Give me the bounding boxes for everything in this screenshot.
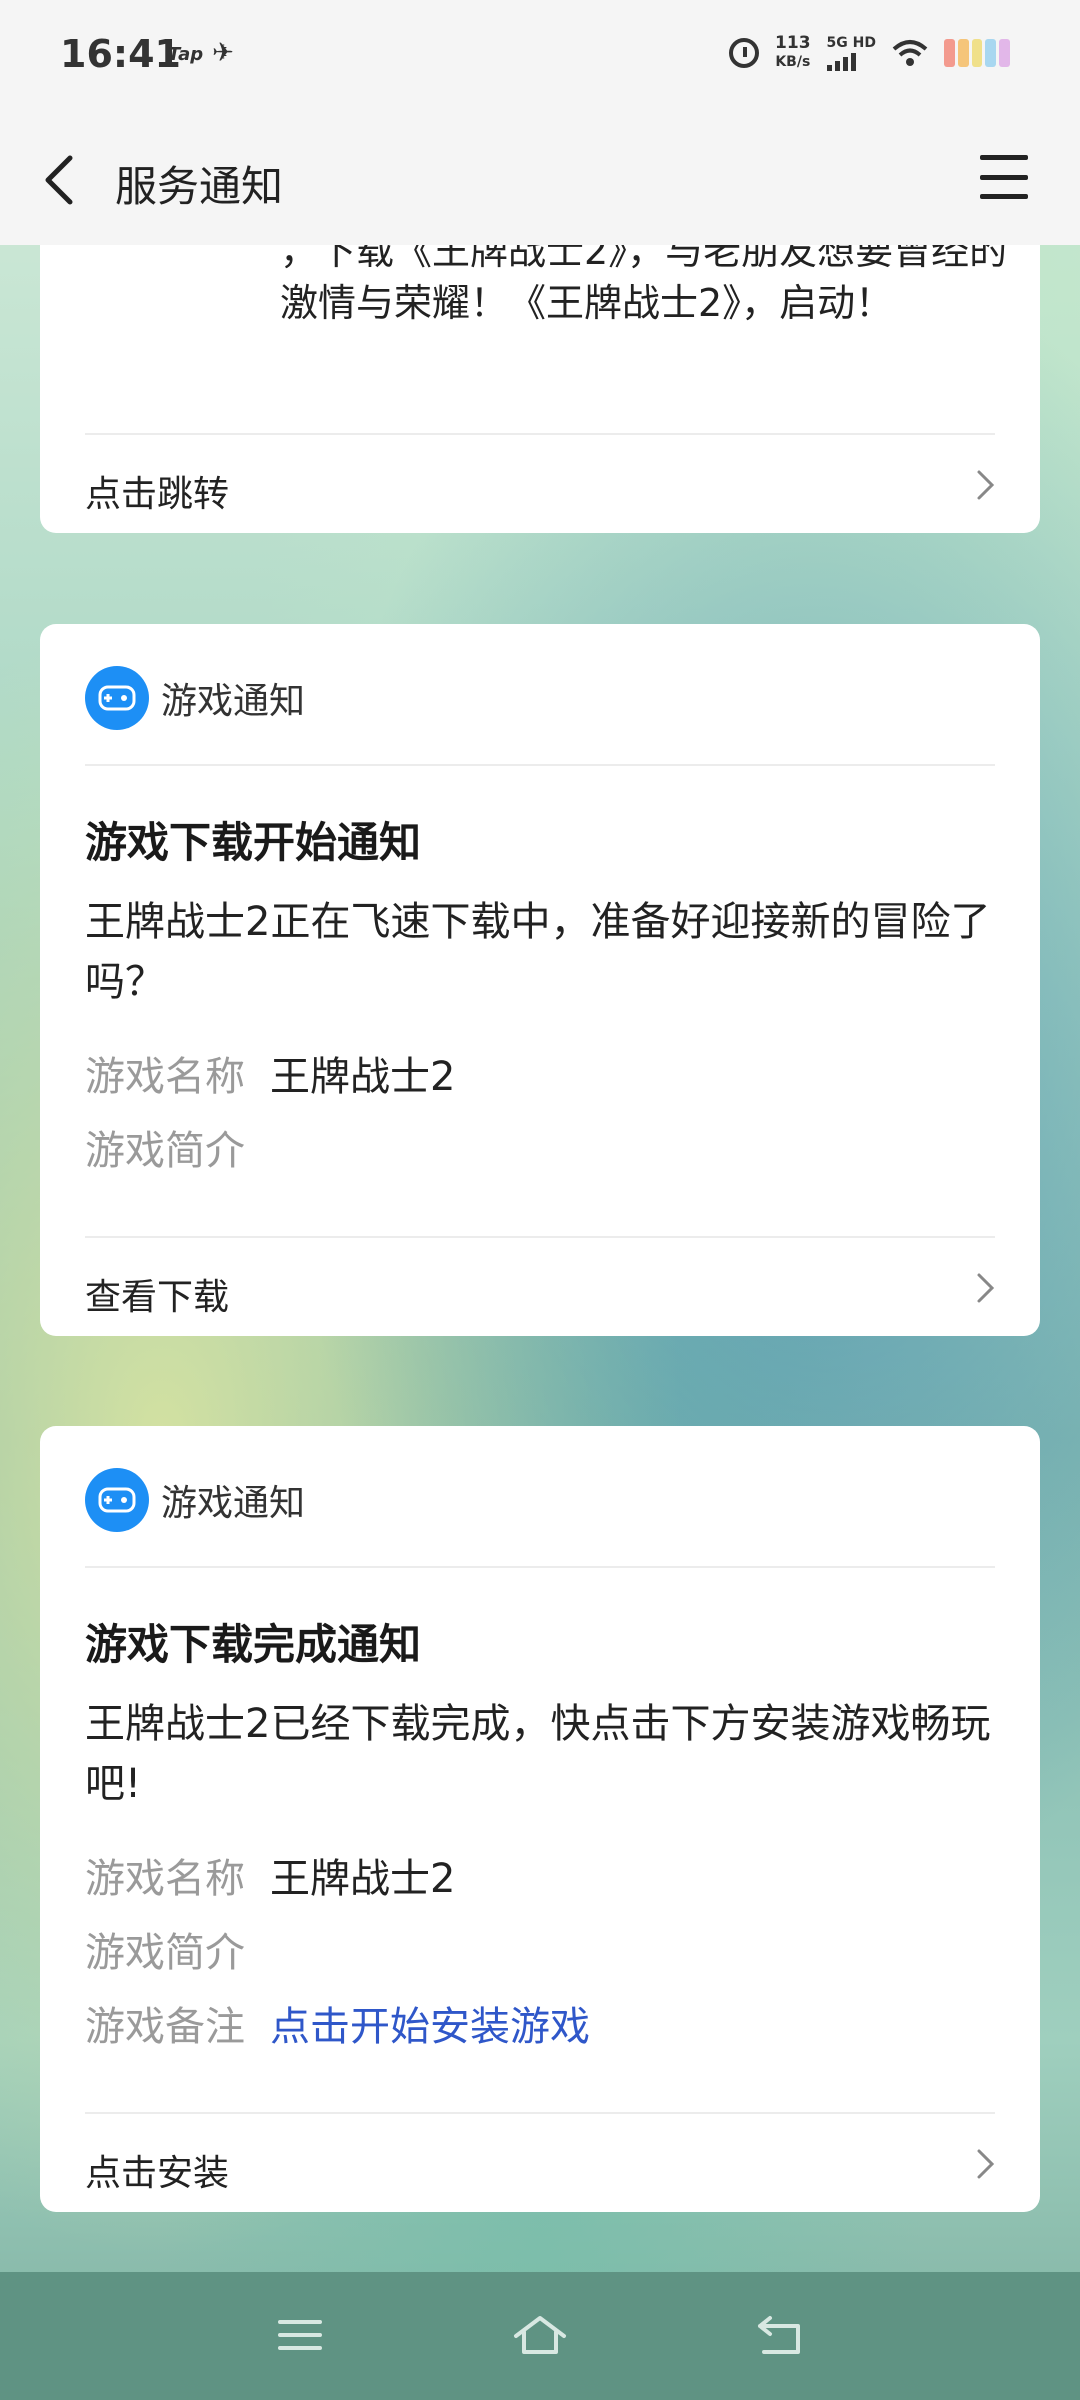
nav-menu-icon[interactable] xyxy=(270,2310,330,2360)
notification-card: 游戏通知 游戏下载完成通知 王牌战士2已经下载完成，快点击下方安装游戏畅玩吧! … xyxy=(40,1426,1040,2212)
network-speed: 113 KB/s xyxy=(775,33,811,71)
back-icon[interactable] xyxy=(40,150,80,210)
notification-card-partial: ，下载《王牌战士2》，与老朋友想要曾经的激情与荣耀！《王牌战士2》，启动！ 点击… xyxy=(40,245,1040,533)
divider xyxy=(85,764,995,766)
field-label: 游戏简介 xyxy=(85,1128,245,1174)
menu-icon[interactable] xyxy=(980,155,1028,199)
action-label: 点击跳转 xyxy=(85,474,230,515)
status-time: 16:41 xyxy=(60,32,181,76)
jump-action-row[interactable]: 点击跳转 xyxy=(40,435,1040,533)
action-label: 点击安装 xyxy=(85,2153,230,2194)
chevron-right-icon xyxy=(977,2149,995,2179)
game-intro-row: 游戏简介 xyxy=(85,1920,245,1978)
notification-card: 游戏通知 游戏下载开始通知 王牌战士2正在飞速下载中，准备好迎接新的冒险了吗？ … xyxy=(40,624,1040,1336)
field-label: 游戏简介 xyxy=(85,1930,245,1976)
chevron-right-icon xyxy=(977,470,995,500)
alarm-icon xyxy=(729,38,760,68)
card-body: 王牌战士2正在飞速下载中，准备好迎接新的冒险了吗？ xyxy=(85,899,991,1005)
chevron-right-icon xyxy=(977,1273,995,1303)
nav-back-icon[interactable] xyxy=(750,2310,810,2360)
card-title: 游戏下载开始通知 xyxy=(85,818,422,867)
game-controller-icon xyxy=(85,666,149,730)
system-nav-bar xyxy=(0,2272,1080,2400)
card-header: 游戏通知 xyxy=(85,1468,305,1532)
card-category: 游戏通知 xyxy=(161,1483,306,1524)
nav-home-icon[interactable] xyxy=(510,2310,570,2360)
field-value: 王牌战士2 xyxy=(270,1054,456,1100)
game-name-row: 游戏名称 王牌战士2 xyxy=(85,1044,455,1102)
field-label: 游戏备注 xyxy=(85,2004,245,2050)
game-controller-icon xyxy=(85,1468,149,1532)
status-bar: 16:41 Tap ✈ 113 KB/s 5G HD xyxy=(0,0,1080,115)
tap-app-icon: Tap xyxy=(168,44,204,65)
card-body-partial: ，下载《王牌战士2》，与老朋友想要曾经的激情与荣耀！《王牌战士2》，启动！ xyxy=(280,245,1008,325)
status-indicators: 113 KB/s 5G HD xyxy=(729,34,1010,72)
card-header: 游戏通知 xyxy=(85,666,305,730)
game-name-row: 游戏名称 王牌战士2 xyxy=(85,1846,455,1904)
install-action-row[interactable]: 点击安装 xyxy=(40,2114,1040,2212)
bird-notification-icon: ✈ xyxy=(212,38,234,68)
battery-icon xyxy=(944,39,1010,67)
divider xyxy=(85,1566,995,1568)
card-title: 游戏下载完成通知 xyxy=(85,1620,422,1669)
game-note-row: 游戏备注 点击开始安装游戏 xyxy=(85,1994,590,2052)
field-label: 游戏名称 xyxy=(85,1856,245,1902)
signal-bars-icon xyxy=(826,51,876,71)
wifi-icon xyxy=(892,39,928,67)
field-value: 王牌战士2 xyxy=(270,1856,456,1902)
install-game-link[interactable]: 点击开始安装游戏 xyxy=(270,1994,590,2052)
view-download-row[interactable]: 查看下载 xyxy=(40,1238,1040,1336)
signal-group: 5G HD xyxy=(826,34,876,71)
page-title: 服务通知 xyxy=(115,162,284,211)
action-label: 查看下载 xyxy=(85,1277,230,1318)
field-label: 游戏名称 xyxy=(85,1054,245,1100)
card-category: 游戏通知 xyxy=(161,681,306,722)
network-type: 5G HD xyxy=(826,34,876,51)
card-body: 王牌战士2已经下载完成，快点击下方安装游戏畅玩吧! xyxy=(85,1701,991,1807)
app-header-overlay: 服务通知 xyxy=(0,115,1080,245)
game-intro-row: 游戏简介 xyxy=(85,1118,245,1176)
